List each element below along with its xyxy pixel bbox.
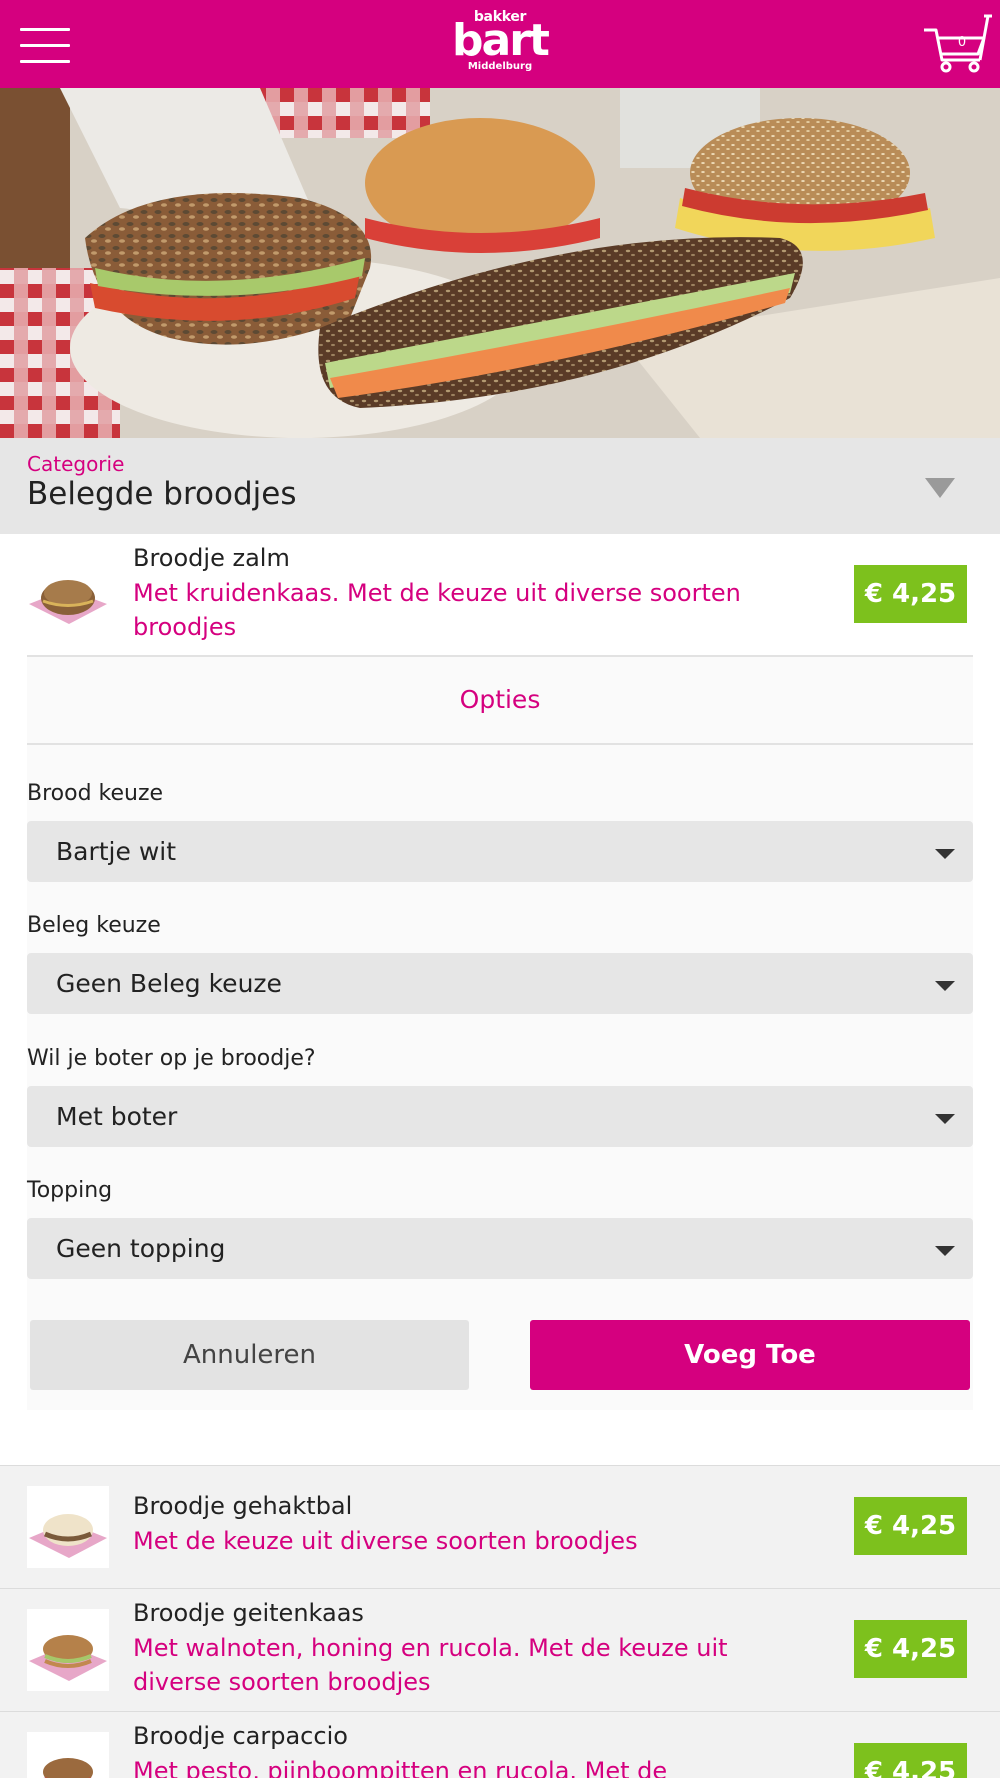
bread-choice-label: Brood keuze — [27, 781, 164, 806]
topping-select[interactable]: Geen topping — [27, 1218, 973, 1279]
dropdown-caret-icon — [925, 478, 955, 498]
product-name: Broodje zalm — [133, 544, 290, 572]
category-select[interactable]: Categorie Belegde broodjes — [0, 438, 1000, 534]
dropdown-caret-icon — [935, 981, 955, 991]
bread-choice-value: Bartje wit — [56, 837, 177, 866]
top-bar: bakker bart Middelburg 0 — [0, 0, 1000, 88]
product-row[interactable]: Broodje geitenkaas Met walnoten, honing … — [0, 1589, 1000, 1711]
cart-count: 0 — [957, 35, 967, 50]
product-name: Broodje carpaccio — [133, 1722, 348, 1750]
logo-main-text: bart — [452, 15, 550, 66]
cancel-button[interactable]: Annuleren — [30, 1320, 469, 1390]
product-row[interactable]: Broodje gehaktbal Met de keuze uit diver… — [0, 1466, 1000, 1588]
product-row[interactable]: Broodje carpaccio Met pesto, pijnboompit… — [0, 1712, 1000, 1778]
hero-image — [0, 88, 1000, 438]
topping-label: Topping — [27, 1178, 113, 1203]
price-button[interactable]: € 4,25 — [854, 1620, 967, 1678]
menu-icon[interactable] — [20, 22, 70, 63]
product-thumbnail — [27, 1486, 109, 1568]
butter-select[interactable]: Met boter — [27, 1086, 973, 1147]
options-panel: Opties Brood keuze Bartje wit Beleg keuz… — [27, 655, 973, 1410]
cart-button[interactable]: 0 — [922, 14, 992, 74]
butter-label: Wil je boter op je broodje? — [27, 1046, 316, 1071]
add-button[interactable]: Voeg Toe — [530, 1320, 970, 1390]
options-title: Opties — [27, 655, 973, 745]
topping-choice-label: Beleg keuze — [27, 913, 161, 938]
bread-choice-select[interactable]: Bartje wit — [27, 821, 973, 882]
price-button[interactable]: € 4,25 — [854, 1743, 967, 1778]
product-thumbnail — [27, 1732, 109, 1778]
product-name: Broodje geitenkaas — [133, 1599, 364, 1627]
dropdown-caret-icon — [935, 849, 955, 859]
product-description: Met walnoten, honing en rucola. Met de k… — [133, 1634, 728, 1696]
product-description: Met de keuze uit diverse soorten broodje… — [133, 1527, 638, 1555]
dropdown-caret-icon — [935, 1114, 955, 1124]
dropdown-caret-icon — [935, 1246, 955, 1256]
category-label: Categorie — [27, 452, 125, 476]
price-button[interactable]: € 4,25 — [854, 1497, 967, 1555]
butter-value: Met boter — [56, 1102, 178, 1131]
product-thumbnail — [27, 554, 109, 636]
logo[interactable]: bakker bart Middelburg — [440, 10, 560, 78]
topping-value: Geen topping — [56, 1234, 226, 1263]
page: bakker bart Middelburg 0 Categorie Beleg… — [0, 0, 1000, 1778]
product-description: Met pesto, pijnboompitten en rucola. Met… — [133, 1757, 668, 1778]
filling-choice-select[interactable]: Geen Beleg keuze — [27, 953, 973, 1014]
product-description: Met kruidenkaas. Met de keuze uit divers… — [133, 579, 741, 641]
product-thumbnail — [27, 1609, 109, 1691]
product-row-expanded[interactable]: Broodje zalm Met kruidenkaas. Met de keu… — [0, 534, 1000, 655]
product-name: Broodje gehaktbal — [133, 1492, 353, 1520]
price-button[interactable]: € 4,25 — [854, 565, 967, 623]
filling-choice-value: Geen Beleg keuze — [56, 969, 282, 998]
category-value: Belegde broodjes — [27, 476, 297, 512]
